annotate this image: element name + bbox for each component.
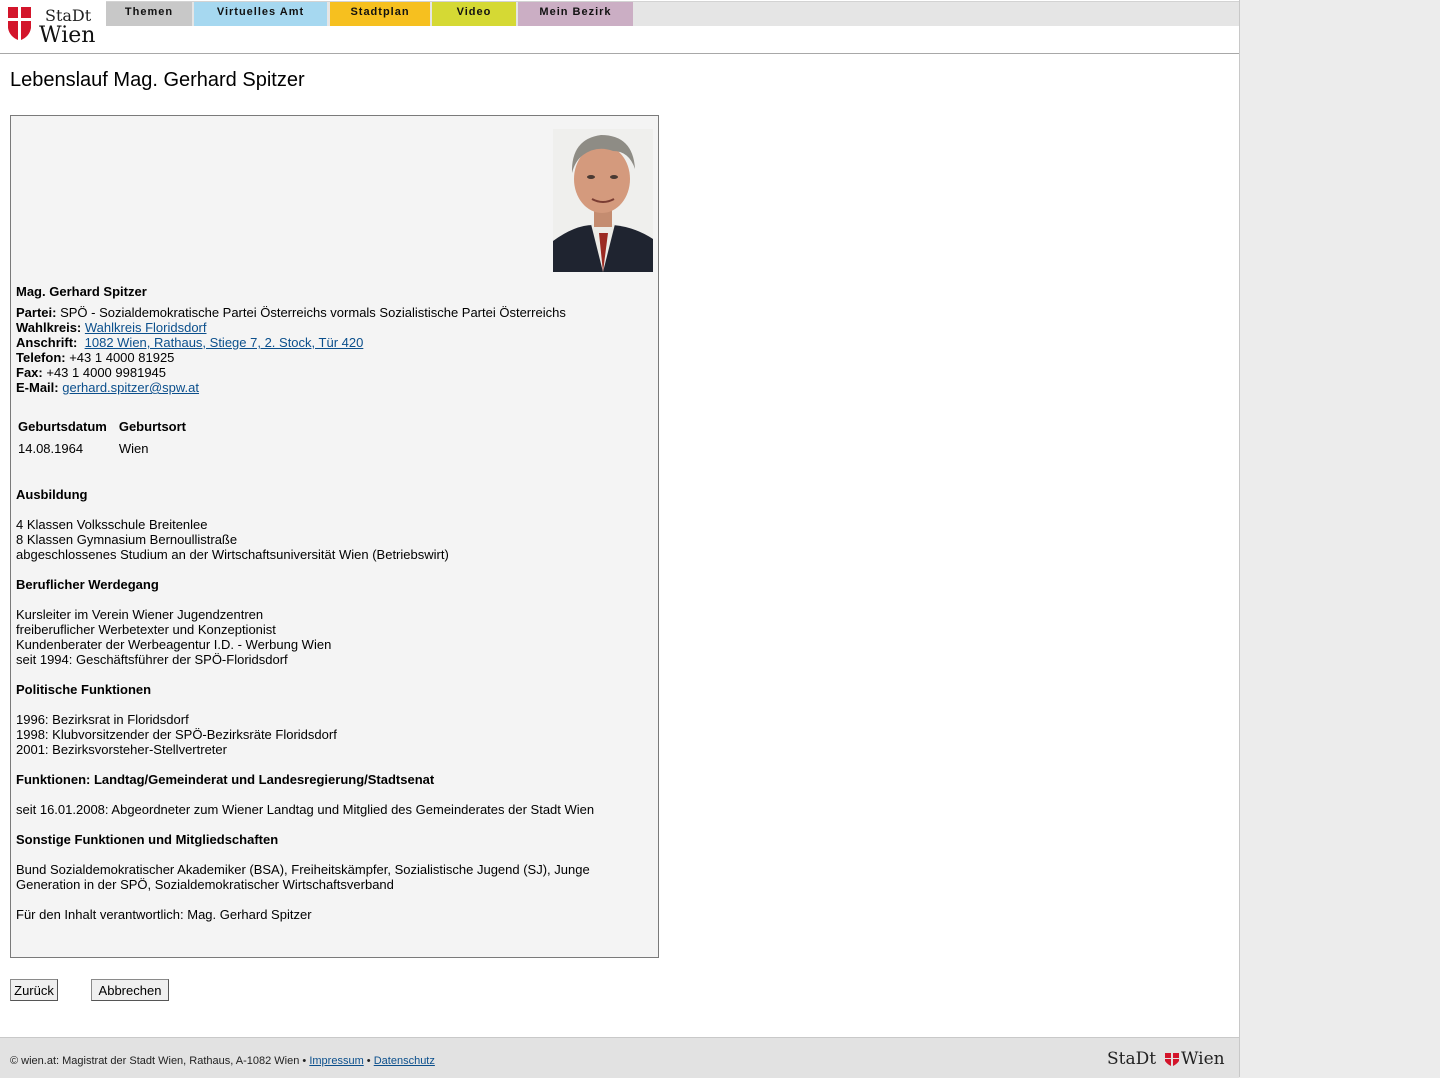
section-title-beruflicher-werdegang: Beruflicher Werdegang xyxy=(16,577,159,592)
fax-label: Fax: xyxy=(16,365,43,380)
section-body-beruflicher-werdegang: Kursleiter im Verein Wiener Jugendzentre… xyxy=(16,607,331,667)
fax-value: +43 1 4000 9981945 xyxy=(46,365,167,380)
nav-tab-stadtplan[interactable]: Stadtplan xyxy=(330,2,430,26)
portrait-photo xyxy=(553,129,653,272)
wahlkreis-link[interactable]: Wahlkreis Floridsdorf xyxy=(85,320,207,335)
section-title-sonstige-funktionen: Sonstige Funktionen und Mitgliedschaften xyxy=(16,832,279,847)
section-body-sonstige-funktionen: Bund Sozialdemokratischer Akademiker (BS… xyxy=(16,862,590,892)
main-nav: Themen Virtuelles Amt Stadtplan Video Me… xyxy=(106,1,1239,26)
page-title: Lebenslauf Mag. Gerhard Spitzer xyxy=(10,69,305,91)
datenschutz-link[interactable]: Datenschutz xyxy=(374,1055,435,1067)
partei-row: Partei: SPÖ - Sozialdemokratische Partei… xyxy=(16,305,566,320)
telefon-value: +43 1 4000 81925 xyxy=(69,350,175,365)
birth-header-date: Geburtsdatum xyxy=(18,418,107,434)
footer-copyright: © wien.at: Magistrat der Stadt Wien, Rat… xyxy=(10,1055,307,1067)
partei-value: SPÖ - Sozialdemokratische Partei Österre… xyxy=(60,305,566,320)
footer-text: © wien.at: Magistrat der Stadt Wien, Rat… xyxy=(10,1055,435,1067)
email-row: E-Mail: gerhard.spitzer@spw.at xyxy=(16,380,566,395)
anschrift-link[interactable]: 1082 Wien, Rathaus, Stiege 7, 2. Stock, … xyxy=(85,335,364,350)
nav-tab-themen[interactable]: Themen xyxy=(106,2,192,26)
list-item: seit 16.01.2008: Abgeordneter zum Wiener… xyxy=(16,802,595,817)
wahlkreis-row: Wahlkreis: Wahlkreis Floridsdorf xyxy=(16,320,566,335)
logo-wien-text: Wien xyxy=(39,23,95,46)
birth-header-place: Geburtsort xyxy=(118,418,187,434)
stadt-wien-logo[interactable]: StaDt Wien xyxy=(6,4,102,46)
footer-stadt-wien-logo[interactable]: StaDt Wien xyxy=(1107,1047,1231,1069)
telefon-label: Telefon: xyxy=(16,350,66,365)
page: StaDt Wien Themen Virtuelles Amt Stadtpl… xyxy=(0,0,1240,1078)
section-body-landtag-gemeinderat: seit 16.01.2008: Abgeordneter zum Wiener… xyxy=(16,802,594,817)
footer-separator: • xyxy=(366,1055,371,1067)
list-item: 1998: Klubvorsitzender der SPÖ-Bezirksrä… xyxy=(16,727,337,742)
impressum-link[interactable]: Impressum xyxy=(309,1055,363,1067)
fax-row: Fax: +43 1 4000 9981945 xyxy=(16,365,566,380)
nav-tab-virtuelles-amt[interactable]: Virtuelles Amt xyxy=(194,2,327,26)
list-item: freiberuflicher Werbetexter und Konzepti… xyxy=(16,622,276,637)
site-header: StaDt Wien Themen Virtuelles Amt Stadtpl… xyxy=(0,0,1239,54)
nav-tab-mein-bezirk[interactable]: Mein Bezirk xyxy=(518,2,633,26)
list-item: Kursleiter im Verein Wiener Jugendzentre… xyxy=(16,607,264,622)
section-body-politische-funktionen: 1996: Bezirksrat in Floridsdorf 1998: Kl… xyxy=(16,712,337,757)
profile-name: Mag. Gerhard Spitzer xyxy=(16,284,147,299)
anschrift-row: Anschrift: 1082 Wien, Rathaus, Stiege 7,… xyxy=(16,335,566,350)
footer-logo-stadt-text: StaDt xyxy=(1107,1049,1156,1069)
email-link[interactable]: gerhard.spitzer@spw.at xyxy=(62,380,199,395)
profile-card: Mag. Gerhard Spitzer Partei: SPÖ - Sozia… xyxy=(10,115,659,958)
list-item: seit 1994: Geschäftsführer der SPÖ-Flori… xyxy=(16,652,288,667)
birth-date: 14.08.1964 xyxy=(18,440,84,456)
birth-table: Geburtsdatum Geburtsort 14.08.1964 Wien xyxy=(18,415,198,459)
partei-label: Partei: xyxy=(16,305,57,320)
list-item: Generation in der SPÖ, Sozialdemokratisc… xyxy=(16,877,394,892)
email-label: E-Mail: xyxy=(16,380,59,395)
responsible-note: Für den Inhalt verantwortlich: Mag. Gerh… xyxy=(16,907,312,922)
list-item: Kundenberater der Werbeagentur I.D. - We… xyxy=(16,637,332,652)
site-footer: © wien.at: Magistrat der Stadt Wien, Rat… xyxy=(0,1037,1239,1078)
section-title-landtag-gemeinderat: Funktionen: Landtag/Gemeinderat und Land… xyxy=(16,772,435,787)
wahlkreis-label: Wahlkreis: xyxy=(16,320,82,335)
list-item: 1996: Bezirksrat in Floridsdorf xyxy=(16,712,189,727)
cancel-button[interactable]: Abbrechen xyxy=(91,979,169,1001)
list-item: Bund Sozialdemokratischer Akademiker (BS… xyxy=(16,862,590,877)
list-item: abgeschlossenes Studium an der Wirtschaf… xyxy=(16,547,449,562)
birth-place: Wien xyxy=(118,440,149,456)
back-button[interactable]: Zurück xyxy=(10,979,58,1001)
section-body-ausbildung: 4 Klassen Volksschule Breitenlee 8 Klass… xyxy=(16,517,449,562)
nav-tab-video[interactable]: Video xyxy=(432,2,516,26)
section-title-politische-funktionen: Politische Funktionen xyxy=(16,682,152,697)
list-item: 4 Klassen Volksschule Breitenlee xyxy=(16,517,208,532)
list-item: 8 Klassen Gymnasium Bernoullistraße xyxy=(16,532,238,547)
list-item: 2001: Bezirksvorsteher-Stellvertreter xyxy=(16,742,227,757)
telefon-row: Telefon: +43 1 4000 81925 xyxy=(16,350,566,365)
anschrift-label: Anschrift: xyxy=(16,335,78,350)
section-title-ausbildung: Ausbildung xyxy=(16,487,88,502)
footer-logo-wien-text: Wien xyxy=(1181,1049,1225,1069)
contact-info: Partei: SPÖ - Sozialdemokratische Partei… xyxy=(16,305,566,395)
